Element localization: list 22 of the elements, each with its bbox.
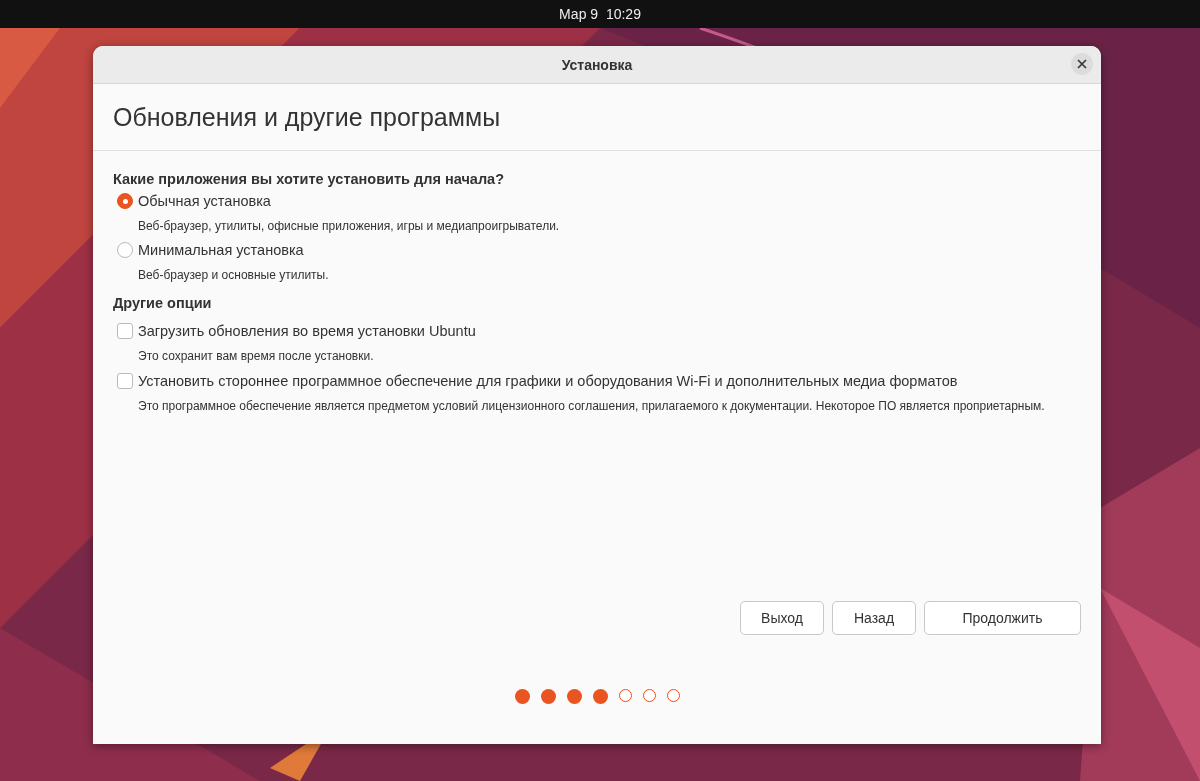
- checkbox[interactable]: [117, 323, 133, 339]
- dialog-button[interactable]: Назад: [832, 601, 916, 635]
- dialog-button[interactable]: Продолжить: [924, 601, 1081, 635]
- close-icon: [1077, 59, 1087, 69]
- checkbox-label[interactable]: Загрузить обновления во время установки Ubuntu: [138, 323, 476, 339]
- close-button[interactable]: [1071, 53, 1093, 75]
- radio-label[interactable]: Минимальная установка: [138, 242, 304, 258]
- section-heading: Другие опции: [113, 295, 213, 311]
- dialog-button[interactable]: Выход: [740, 601, 824, 635]
- window-title: Установка: [561, 56, 633, 73]
- option-description: Это программное обеспечение является предметом условий лицензионного соглашения, прилагаемого к документации. Некоторое ПО является проприетарным.: [138, 399, 1046, 413]
- section-heading: Какие приложения вы хотите установить для начала?: [113, 171, 506, 187]
- option-description: Это сохранит вам время после установки.: [138, 349, 375, 363]
- option-description: Веб-браузер и основные утилиты.: [138, 268, 330, 282]
- option-description: Веб-браузер, утилиты, офисные приложения, игры и медиапроигрыватели.: [138, 219, 561, 233]
- checkbox-label[interactable]: Установить стороннее программное обеспечение для графики и оборудования Wi-Fi и дополнительных медиа форматов: [138, 373, 958, 389]
- checkbox[interactable]: [117, 373, 133, 389]
- clock[interactable]: Мар 9 10:29: [559, 6, 641, 22]
- page-heading: Обновления и другие программы: [113, 102, 501, 132]
- radio-button[interactable]: [117, 193, 133, 209]
- radio-button[interactable]: [117, 242, 133, 258]
- radio-label[interactable]: Обычная установка: [138, 193, 271, 209]
